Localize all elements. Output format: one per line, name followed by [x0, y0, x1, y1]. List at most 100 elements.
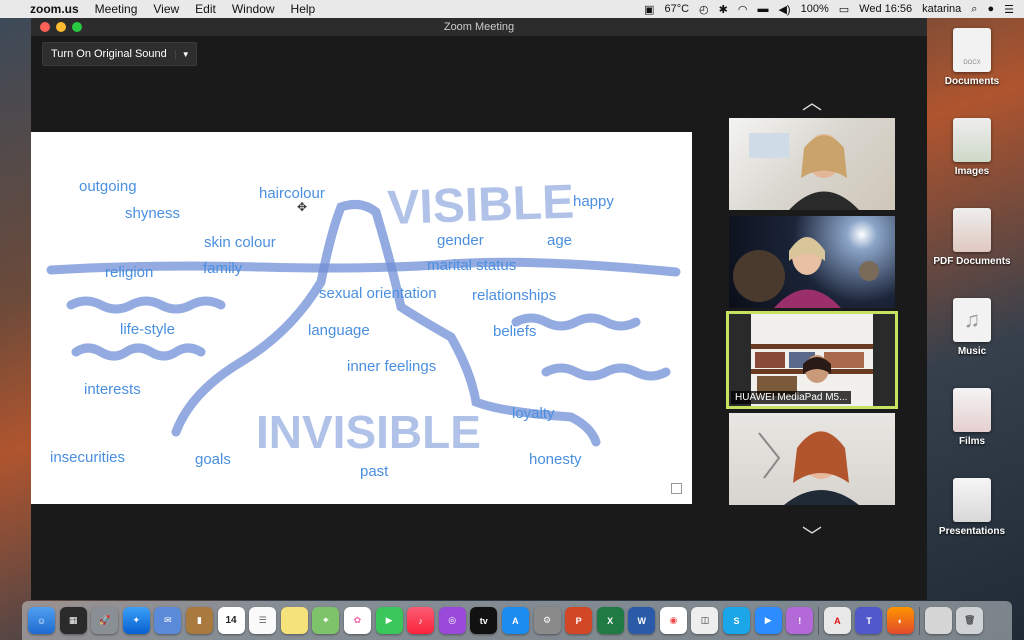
- podcasts-icon[interactable]: ◎: [438, 607, 466, 634]
- window-controls: [40, 22, 88, 32]
- calendar-day: 14: [225, 615, 237, 626]
- battery-percent[interactable]: 100%: [801, 3, 829, 15]
- launchpad-icon[interactable]: 🚀: [91, 607, 119, 634]
- apple-tv-icon[interactable]: tv: [470, 607, 498, 634]
- downloads-stack-icon[interactable]: [924, 607, 952, 634]
- facetime-icon[interactable]: ▶: [375, 607, 403, 634]
- word-inner-feelings: inner feelings: [347, 358, 437, 375]
- images-folder-icon: [953, 118, 991, 162]
- acrobat-icon[interactable]: A: [823, 607, 851, 634]
- chrome-icon[interactable]: ◉: [659, 607, 687, 634]
- desktop-icon-music[interactable]: ♫ Music: [932, 298, 1012, 357]
- wifi-icon[interactable]: ◠: [738, 3, 748, 16]
- mail-icon[interactable]: ✉: [154, 607, 182, 634]
- contacts-icon[interactable]: ▮: [185, 607, 213, 634]
- menu-window[interactable]: Window: [232, 2, 275, 16]
- flag-icon[interactable]: ▬: [757, 3, 768, 15]
- video-feed-1: [749, 133, 859, 210]
- desktop-icon-documents[interactable]: DOCX Documents: [932, 28, 1012, 87]
- desktop-icon-pdf-documents[interactable]: PDF Documents: [932, 208, 1012, 267]
- word-loyalty: loyalty: [512, 405, 555, 422]
- photos-icon[interactable]: ✿: [343, 607, 371, 634]
- zoom-button[interactable]: [72, 22, 82, 32]
- word-life-style: life-style: [120, 321, 176, 338]
- skype-icon[interactable]: S: [723, 607, 751, 634]
- menu-view[interactable]: View: [153, 2, 179, 16]
- tv-label: tv: [479, 615, 488, 626]
- participant-tile-1[interactable]: [729, 118, 895, 210]
- mission-control-icon[interactable]: ▦: [59, 607, 87, 634]
- word-icon[interactable]: W: [628, 607, 656, 634]
- menu-help[interactable]: Help: [291, 2, 316, 16]
- spotlight-icon[interactable]: ⌕: [971, 3, 977, 16]
- minimize-button[interactable]: [56, 22, 66, 32]
- original-sound-button[interactable]: Turn On Original Sound ▼: [42, 42, 197, 66]
- close-button[interactable]: [40, 22, 50, 32]
- bluetooth-icon[interactable]: ✱: [719, 3, 728, 16]
- maps-icon[interactable]: ⌖: [312, 607, 340, 634]
- chevron-up-icon[interactable]: ︿: [792, 86, 832, 115]
- video-feed-4: [758, 431, 859, 505]
- time-machine-icon[interactable]: ◴: [699, 3, 709, 16]
- word-insecurities: insecurities: [50, 449, 126, 466]
- dock: ☺ ▦ 🚀 ✦ ✉ ▮ 14 ☰ ⌖ ✿ ▶ ♪ ◎ tv A ⚙ P X W …: [22, 601, 1012, 640]
- desktop-icon-films[interactable]: Films: [932, 388, 1012, 447]
- system-preferences-icon[interactable]: ⚙: [533, 607, 561, 634]
- window-titlebar[interactable]: Zoom Meeting: [31, 18, 927, 36]
- user-name[interactable]: katarina: [922, 3, 961, 15]
- pdf-folder-icon: [953, 208, 991, 252]
- visible-label: VISIBLE: [387, 176, 575, 235]
- word-gender: gender: [437, 232, 484, 249]
- menu-meeting[interactable]: Meeting: [95, 2, 138, 16]
- chevron-down-icon[interactable]: ﹀: [792, 520, 832, 549]
- films-folder-icon: [953, 388, 991, 432]
- battery-icon[interactable]: ▭: [839, 3, 849, 16]
- participant-tile-2[interactable]: [729, 216, 895, 308]
- word-past: past: [360, 463, 389, 480]
- word-language: language: [308, 322, 370, 339]
- notes-icon[interactable]: [280, 607, 308, 634]
- participant-tile-4[interactable]: [729, 413, 895, 505]
- powerpoint-icon[interactable]: P: [565, 607, 593, 634]
- desktop-icon-label: Documents: [944, 76, 1000, 87]
- clock[interactable]: Wed 16:56: [859, 3, 912, 15]
- desktop-icon-images[interactable]: Images: [932, 118, 1012, 177]
- shared-screen[interactable]: VISIBLE INVISIBLE outgoing shyness hairc…: [31, 132, 692, 504]
- reminders-icon[interactable]: ☰: [249, 607, 277, 634]
- volume-icon[interactable]: ◀): [778, 3, 790, 16]
- zoom-icon[interactable]: ▶: [754, 607, 782, 634]
- zoom-status-icon[interactable]: ▣: [644, 3, 654, 16]
- desktop-icon-label: Music: [957, 346, 987, 357]
- docx-label: DOCX: [963, 60, 981, 66]
- excel-icon[interactable]: X: [596, 607, 624, 634]
- word-interests: interests: [84, 381, 141, 398]
- music-icon[interactable]: ♪: [407, 607, 435, 634]
- screenshot-icon[interactable]: ◫: [691, 607, 719, 634]
- docx-file-icon: DOCX: [953, 28, 991, 72]
- safari-icon[interactable]: ✦: [122, 607, 150, 634]
- participant-name-3: HUAWEI MediaPad M5...: [731, 391, 852, 404]
- feedback-icon[interactable]: !: [786, 607, 814, 634]
- calendar-icon[interactable]: 14: [217, 607, 245, 634]
- menu-edit[interactable]: Edit: [195, 2, 216, 16]
- expand-icon[interactable]: [671, 483, 682, 494]
- participant-tile-3-active-speaker[interactable]: HUAWEI MediaPad M5...: [726, 311, 898, 409]
- siri-icon[interactable]: ●: [987, 3, 994, 15]
- menubar: zoom.us Meeting View Edit Window Help ▣ …: [0, 0, 1024, 18]
- chevron-down-icon[interactable]: ▼: [174, 49, 196, 59]
- firefox-icon[interactable]: ◐: [887, 607, 915, 634]
- zoom-window: Zoom Meeting Turn On Original Sound ▼ VI…: [31, 18, 927, 600]
- app-store-icon[interactable]: A: [501, 607, 529, 634]
- trash-icon[interactable]: 🗑: [956, 607, 984, 634]
- teams-icon[interactable]: T: [855, 607, 883, 634]
- word-family: family: [203, 260, 243, 277]
- word-happy: happy: [573, 193, 614, 210]
- wave-stroke-1: [66, 296, 226, 314]
- notification-center-icon[interactable]: ☰: [1004, 3, 1014, 16]
- word-marital-status: marital status: [427, 257, 517, 274]
- word-skin-colour: skin colour: [204, 234, 276, 251]
- menu-app[interactable]: zoom.us: [30, 2, 79, 16]
- finder-icon[interactable]: ☺: [28, 607, 55, 634]
- desktop-icon-presentations[interactable]: Presentations: [932, 478, 1012, 537]
- temperature[interactable]: 67°C: [664, 3, 689, 15]
